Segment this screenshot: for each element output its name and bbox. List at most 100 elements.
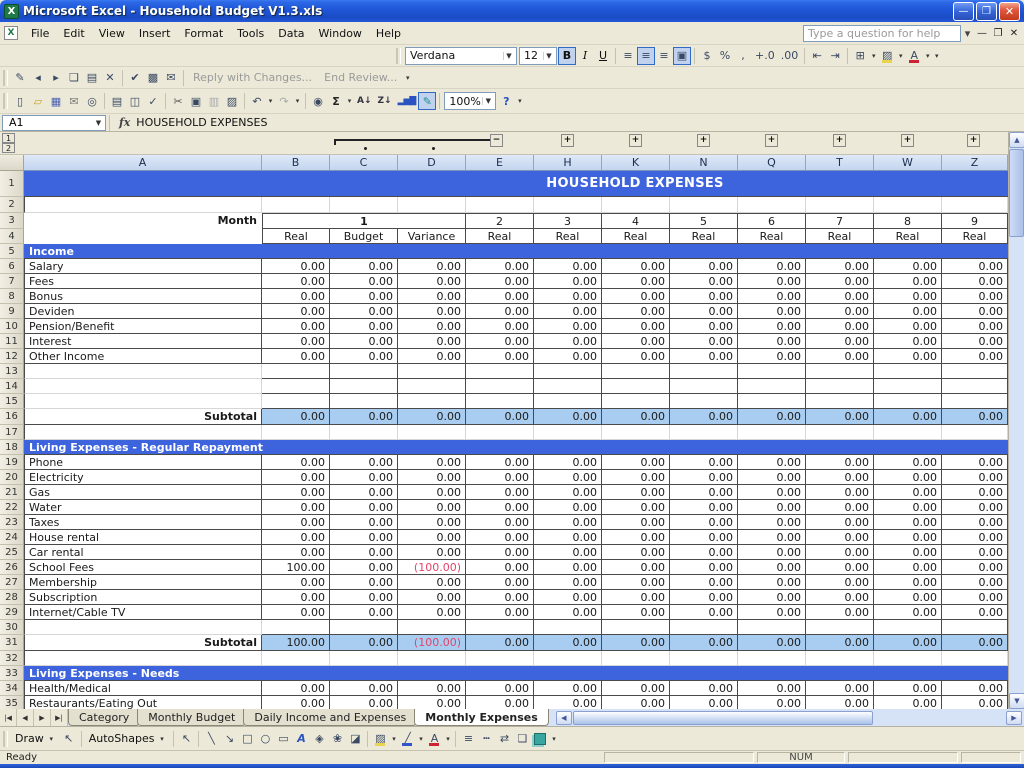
last-sheet-icon[interactable]: ▶| (51, 709, 68, 726)
cell-value[interactable]: 0.00 (942, 455, 1008, 470)
cell-blank[interactable] (602, 364, 670, 379)
cell-value[interactable]: 0.00 (330, 319, 398, 334)
cell-blank[interactable] (24, 620, 262, 635)
cell-value[interactable]: 0.00 (534, 635, 602, 651)
cell-value[interactable]: 0.00 (806, 696, 874, 709)
row-header-35[interactable]: 35 (0, 696, 24, 709)
cell-value[interactable]: 0.00 (942, 409, 1008, 425)
cell-value[interactable]: 0.00 (738, 274, 806, 289)
row-header-2[interactable]: 2 (0, 197, 24, 213)
search-icon[interactable]: ◎ (83, 92, 101, 110)
cell-value[interactable]: 0.00 (330, 515, 398, 530)
cell-value[interactable]: 0.00 (262, 259, 330, 274)
cell-real-header[interactable]: Real (262, 229, 330, 244)
cell-value[interactable]: 0.00 (330, 274, 398, 289)
cell-value[interactable]: 0.00 (466, 500, 534, 515)
cell-value[interactable]: 0.00 (602, 304, 670, 319)
insert-function-icon[interactable]: fx (113, 116, 136, 129)
currency-icon[interactable]: $ (698, 47, 716, 65)
cell-value[interactable]: 0.00 (874, 681, 942, 696)
cell-blank[interactable] (874, 425, 942, 440)
cell-value[interactable]: 0.00 (466, 605, 534, 620)
cell-value[interactable]: 0.00 (670, 545, 738, 560)
cell-blank[interactable] (262, 379, 330, 394)
cell-row-label[interactable]: Salary (24, 259, 262, 274)
row-header-3[interactable]: 3 (0, 213, 24, 229)
cell-row-label[interactable]: Pension/Benefit (24, 319, 262, 334)
cell-value[interactable]: 0.00 (262, 515, 330, 530)
row-header-1[interactable]: 1 (0, 171, 24, 197)
cell-value[interactable]: 0.00 (330, 681, 398, 696)
cell-month-9[interactable]: 9 (942, 213, 1008, 229)
cell-value[interactable]: 0.00 (874, 605, 942, 620)
menu-format[interactable]: Format (177, 24, 230, 43)
cell-value[interactable]: 0.00 (602, 289, 670, 304)
cell-value[interactable]: 0.00 (534, 575, 602, 590)
cell-value[interactable]: 0.00 (602, 681, 670, 696)
cell-value[interactable]: 0.00 (874, 274, 942, 289)
cell-value[interactable]: 0.00 (602, 590, 670, 605)
cell-blank[interactable] (24, 229, 262, 244)
cell-blank[interactable] (738, 197, 806, 213)
cell-value[interactable]: 0.00 (466, 455, 534, 470)
cell-blank[interactable] (398, 620, 466, 635)
cell-blank[interactable] (398, 425, 466, 440)
cell-value[interactable]: 0.00 (874, 349, 942, 364)
cell-real-header[interactable]: Real (670, 229, 738, 244)
expand-group-button[interactable]: + (697, 134, 710, 147)
cell-value[interactable]: 0.00 (806, 334, 874, 349)
cell-value[interactable]: 0.00 (806, 455, 874, 470)
cell-blank[interactable] (330, 620, 398, 635)
cell-row-label[interactable]: Car rental (24, 545, 262, 560)
cell-value[interactable]: 0.00 (602, 409, 670, 425)
cell-value[interactable]: 0.00 (262, 500, 330, 515)
dash-style-icon[interactable]: ┅ (477, 730, 495, 748)
row-header-27[interactable]: 27 (0, 575, 24, 590)
cell-row-label[interactable]: Subtotal (24, 635, 262, 651)
cell-real-header[interactable]: Real (942, 229, 1008, 244)
toolbar-options-icon[interactable]: ▾ (549, 735, 558, 743)
drawing-icon[interactable]: ✎ (418, 92, 437, 110)
cell-value[interactable]: 0.00 (874, 485, 942, 500)
cell-blank[interactable] (24, 197, 262, 213)
line-style-icon[interactable]: ≡ (459, 730, 477, 748)
cell-value[interactable]: 0.00 (466, 545, 534, 560)
row-header-20[interactable]: 20 (0, 470, 24, 485)
sort-descending-icon[interactable]: Z↓ (375, 92, 395, 110)
column-header-a[interactable]: A (24, 155, 262, 171)
cell-value[interactable]: 0.00 (806, 545, 874, 560)
row-header-13[interactable]: 13 (0, 364, 24, 379)
cell-blank[interactable] (874, 197, 942, 213)
cell-blank[interactable] (398, 651, 466, 666)
expand-group-button[interactable]: + (629, 134, 642, 147)
cell-real-header[interactable]: Real (806, 229, 874, 244)
percent-icon[interactable]: % (716, 47, 734, 65)
cell-value[interactable]: 0.00 (534, 485, 602, 500)
font-color-icon[interactable]: A (905, 47, 923, 65)
cell-value[interactable]: 0.00 (466, 259, 534, 274)
row-header-22[interactable]: 22 (0, 500, 24, 515)
borders-dropdown-icon[interactable]: ▾ (869, 52, 878, 60)
cell-blank[interactable] (330, 364, 398, 379)
cell-value[interactable]: 0.00 (670, 455, 738, 470)
cell-value[interactable]: 0.00 (874, 334, 942, 349)
cell-blank[interactable] (806, 197, 874, 213)
cell-value[interactable]: 0.00 (398, 289, 466, 304)
cell-value[interactable]: 0.00 (874, 409, 942, 425)
cell-value[interactable]: 0.00 (330, 409, 398, 425)
mail-icon[interactable]: ✉ (65, 92, 83, 110)
cell-blank[interactable] (466, 394, 534, 409)
cell-blank[interactable] (262, 425, 330, 440)
cell-blank[interactable] (466, 379, 534, 394)
cell-value[interactable]: 0.00 (942, 485, 1008, 500)
cell-value[interactable]: 0.00 (942, 334, 1008, 349)
cell-value[interactable]: 0.00 (874, 590, 942, 605)
font-color-dropdown-icon[interactable]: ▾ (443, 735, 452, 743)
cell-blank[interactable] (466, 651, 534, 666)
merge-and-center-icon[interactable]: ▣ (673, 46, 691, 65)
row-header-34[interactable]: 34 (0, 681, 24, 696)
cell-value[interactable]: 0.00 (806, 289, 874, 304)
cell-blank[interactable] (806, 364, 874, 379)
cell-value[interactable]: 0.00 (942, 500, 1008, 515)
zoom-select[interactable]: 100% ▼ (444, 92, 497, 110)
